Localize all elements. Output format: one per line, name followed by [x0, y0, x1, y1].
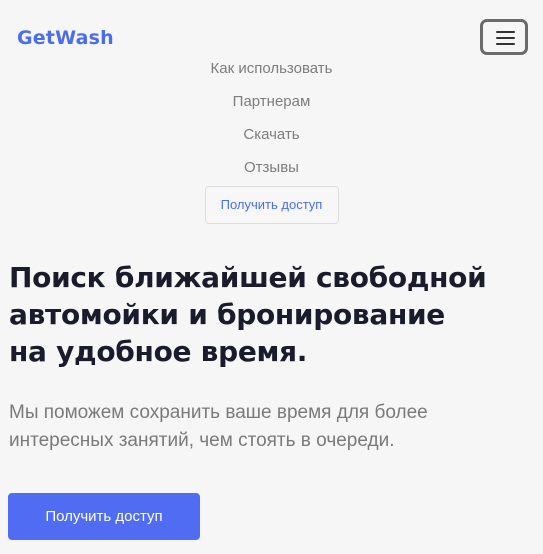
hero-title-line: автомойки и бронирование — [9, 298, 446, 331]
logo[interactable]: GetWash — [17, 27, 114, 49]
hero-title-line: Поиск ближайшей свободной — [9, 261, 487, 294]
main-nav: Как использовать Партнерам Скачать Отзыв… — [0, 57, 543, 224]
hero-subtitle: Мы поможем сохранить ваше время для боле… — [9, 402, 428, 451]
hamburger-icon-line — [496, 43, 515, 45]
nav-link-download[interactable]: Скачать — [0, 123, 543, 156]
nav-link-how-to-use[interactable]: Как использовать — [0, 57, 543, 90]
nav-link-reviews[interactable]: Отзывы — [0, 156, 543, 189]
hero-get-access-button[interactable]: Получить доступ — [8, 493, 200, 540]
menu-toggle-button[interactable] — [480, 19, 528, 55]
hamburger-icon-line — [496, 37, 515, 39]
hamburger-icon — [496, 31, 515, 33]
hero-title: Поиск ближайшей свободной автомойки и бр… — [9, 259, 529, 370]
nav-get-access-button[interactable]: Получить доступ — [204, 186, 339, 224]
hero-title-line: на удобное время. — [9, 335, 308, 368]
site-header: GetWash — [0, 0, 543, 60]
nav-link-partners[interactable]: Партнерам — [0, 90, 543, 123]
